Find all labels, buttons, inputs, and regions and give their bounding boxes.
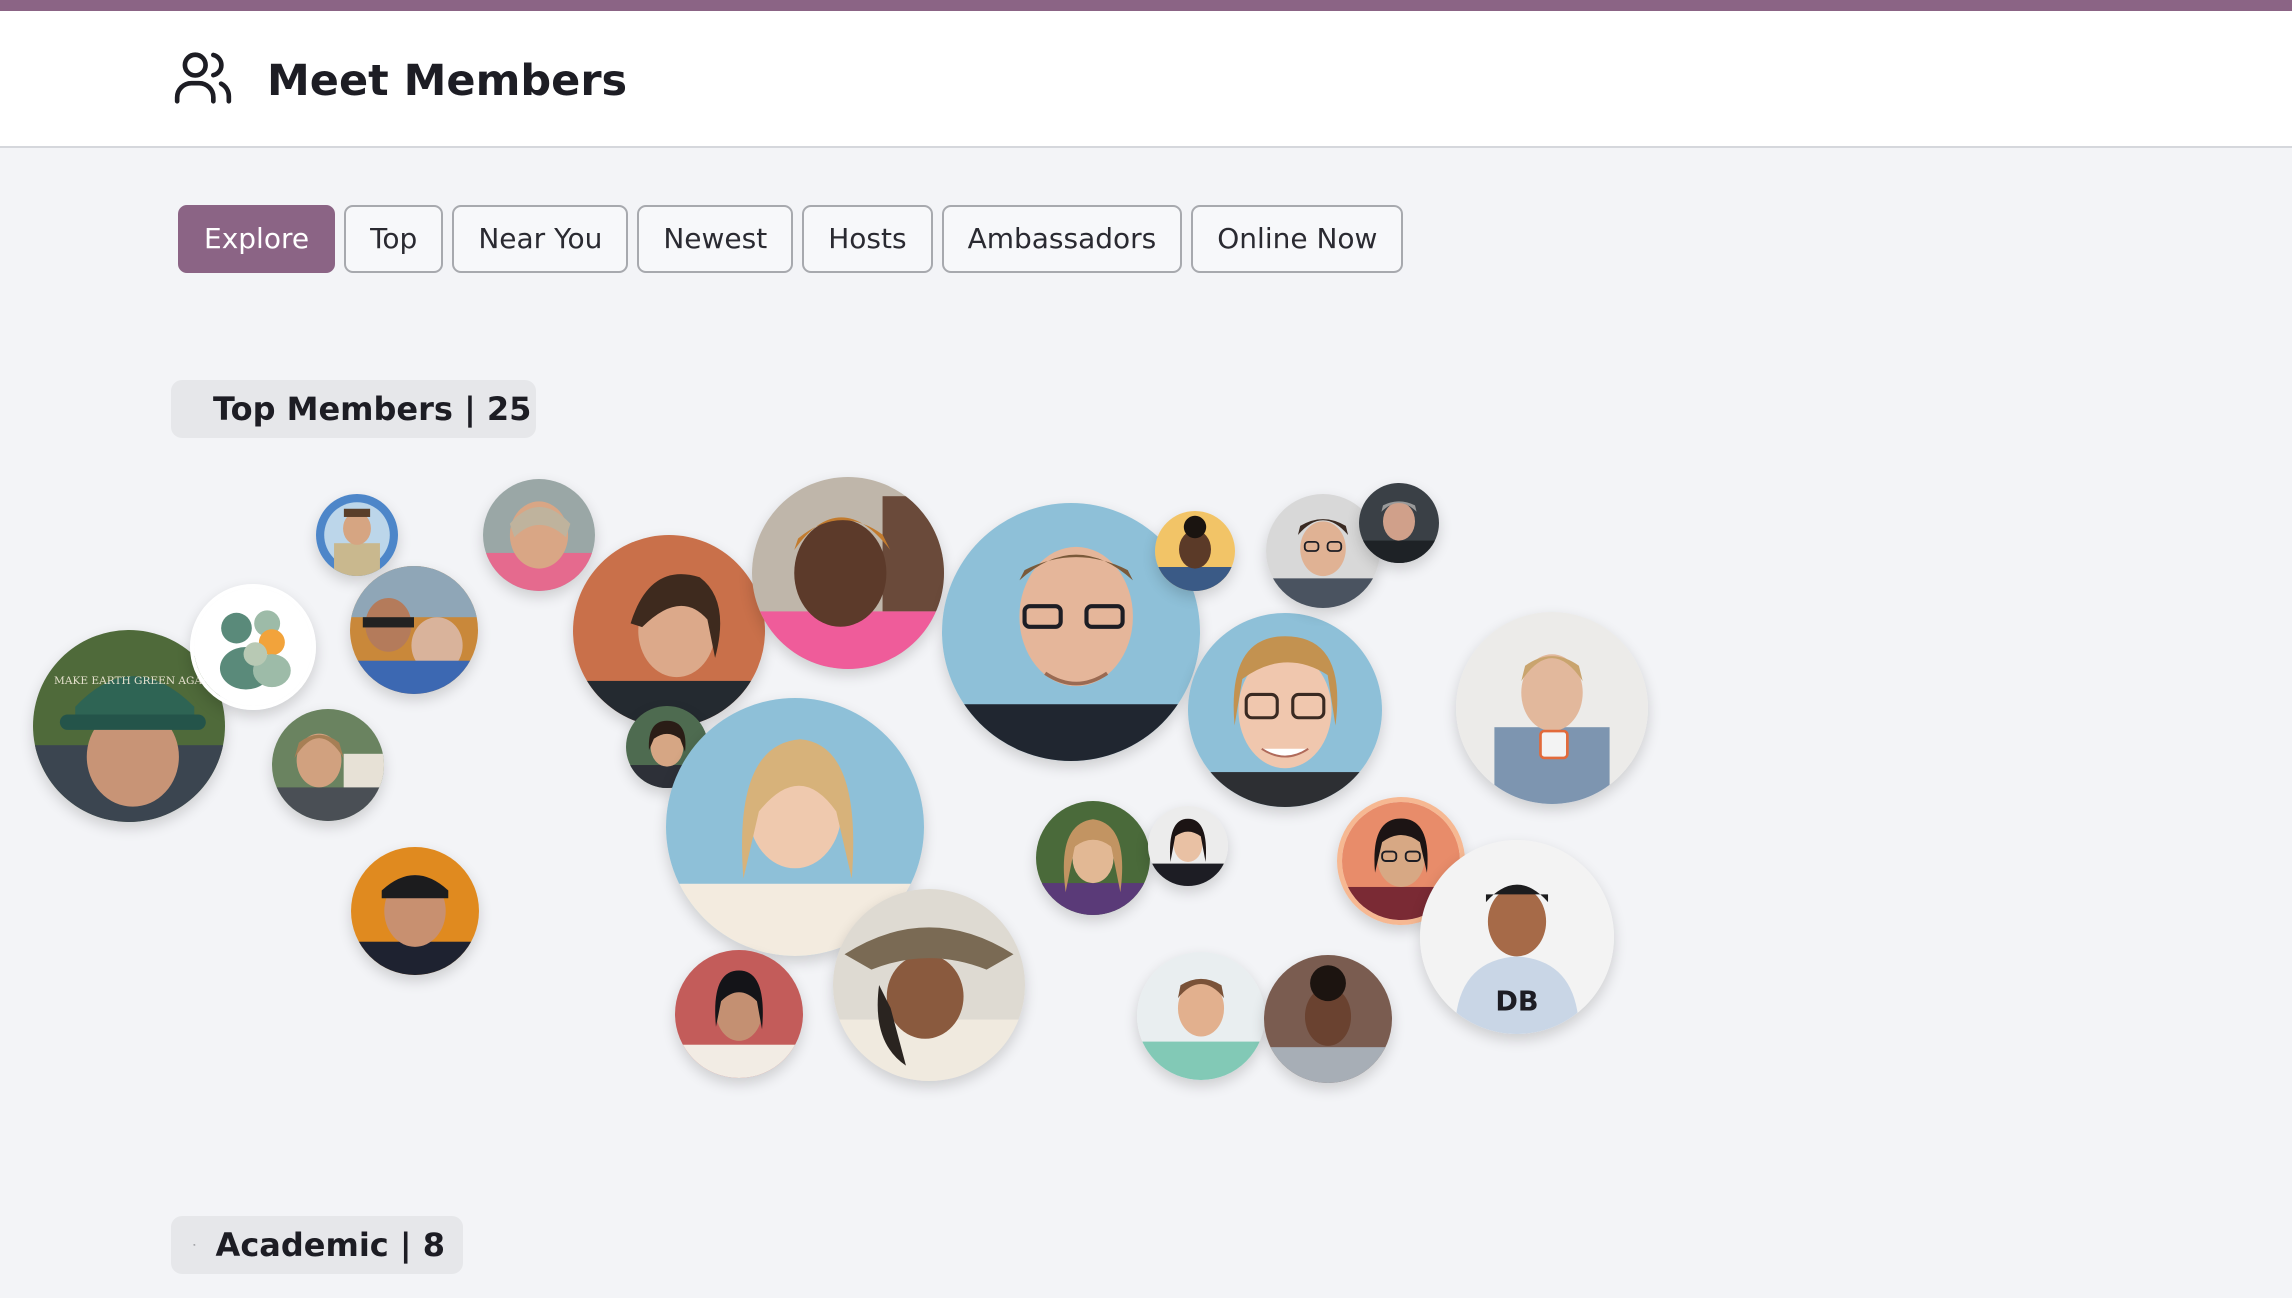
member-avatar[interactable]: DB — [1420, 840, 1614, 1034]
top-members-cluster: MAKE EARTH GREEN AGAIN DB — [0, 0, 2292, 1298]
member-avatar[interactable] — [1137, 952, 1265, 1080]
member-avatar[interactable] — [675, 950, 803, 1078]
member-avatar[interactable] — [1148, 806, 1228, 886]
page-title: Meet Members — [267, 56, 628, 106]
top-accent-bar — [0, 0, 2292, 11]
member-avatar[interactable] — [272, 709, 384, 821]
tab-near-you[interactable]: Near You — [452, 205, 629, 273]
tab-explore[interactable]: Explore — [178, 205, 336, 273]
member-avatar[interactable] — [833, 889, 1025, 1081]
section-header-academic: Academic | 8 — [171, 1216, 463, 1274]
svg-text:DB: DB — [1495, 987, 1538, 1018]
member-avatar[interactable] — [1188, 613, 1382, 807]
member-avatar[interactable] — [316, 494, 398, 576]
member-avatar[interactable] — [1456, 612, 1648, 804]
people-icon — [174, 52, 232, 104]
section-title: Top Members | 25 — [213, 390, 532, 428]
member-avatar[interactable] — [1359, 483, 1439, 563]
tab-hosts[interactable]: Hosts — [802, 205, 933, 273]
section-title: Academic | 8 — [215, 1226, 445, 1264]
member-avatar[interactable] — [1036, 801, 1150, 915]
filter-tabs: Explore Top Near You Newest Hosts Ambass… — [178, 205, 1404, 273]
tab-ambassadors[interactable]: Ambassadors — [941, 205, 1183, 273]
tab-top[interactable]: Top — [344, 205, 444, 273]
member-avatar[interactable] — [350, 566, 478, 694]
tab-online-now[interactable]: Online Now — [1191, 205, 1404, 273]
member-avatar[interactable] — [351, 847, 479, 975]
sparkle-icon — [193, 1243, 196, 1246]
member-avatar[interactable] — [1264, 955, 1392, 1083]
tab-newest[interactable]: Newest — [637, 205, 794, 273]
member-avatar[interactable] — [1155, 511, 1235, 591]
member-avatar[interactable] — [573, 535, 765, 727]
cap-text: MAKE EARTH GREEN AGAIN — [54, 675, 215, 687]
page-header: Meet Members — [0, 11, 2292, 148]
member-avatar[interactable] — [190, 584, 316, 710]
member-avatar[interactable] — [752, 477, 944, 669]
section-header-top-members: Top Members | 25 — [171, 380, 536, 438]
member-avatar[interactable] — [483, 479, 595, 591]
